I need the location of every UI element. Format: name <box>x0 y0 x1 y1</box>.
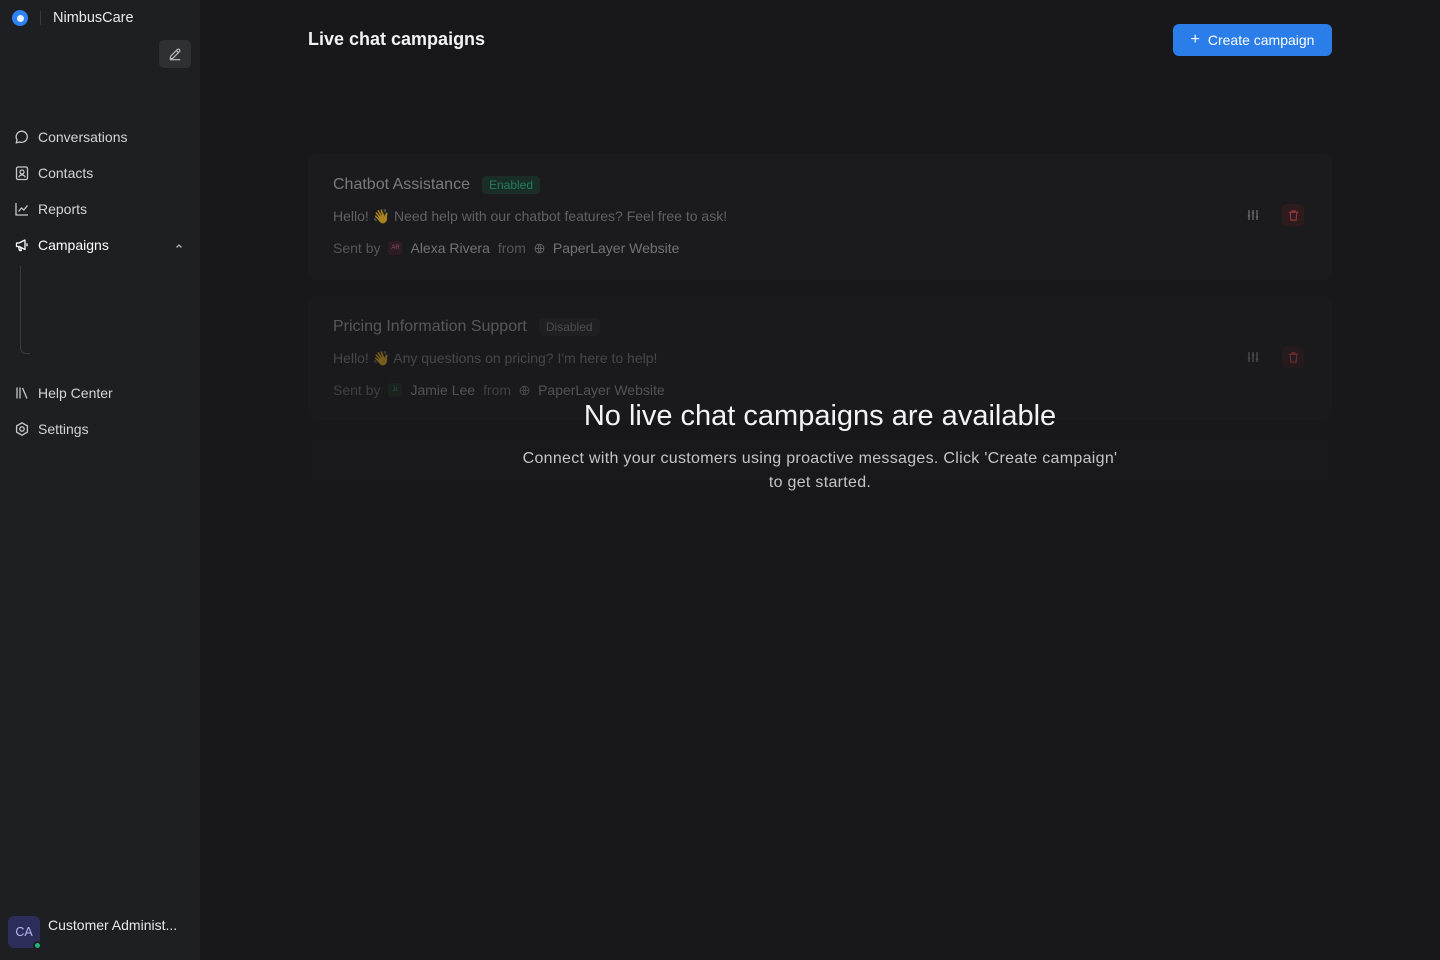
campaign-message: Hello! 👋 Need help with our chatbot feat… <box>333 208 728 224</box>
edit-campaign-button[interactable] <box>1242 346 1264 368</box>
plus-icon: + <box>1190 31 1200 48</box>
online-status-dot <box>33 941 42 950</box>
globe-icon <box>534 243 545 253</box>
empty-state-title: No live chat campaigns are available <box>583 400 1057 432</box>
campaign-meta: Sent by JL Jamie Lee from PaperLayer Web… <box>333 382 665 398</box>
avatar-initials: CA <box>15 925 33 939</box>
campaign-actions <box>1242 346 1304 368</box>
create-campaign-label: Create campaign <box>1207 32 1315 48</box>
pencil-icon <box>169 48 181 61</box>
sidebar-item-settings[interactable]: Settings <box>0 415 200 443</box>
sender-name: Alexa Rivera <box>410 240 490 256</box>
sidebar-item-label: Settings <box>38 421 89 437</box>
megaphone-icon <box>15 239 28 252</box>
sidebar-item-label: Contacts <box>38 165 94 181</box>
sliders-icon <box>1247 210 1259 220</box>
empty-state-description: Connect with your customers using proact… <box>522 450 1118 491</box>
campaign-message: Hello! 👋 Any questions on pricing? I'm h… <box>333 350 658 366</box>
sender-avatar: AR <box>388 241 403 255</box>
sidebar: NimbusCare Conversations Contacts Report… <box>0 0 200 960</box>
status-badge: Disabled <box>538 318 600 336</box>
brand-logo-icon <box>12 10 28 26</box>
globe-icon <box>519 385 530 395</box>
profile-menu[interactable]: CA Customer Administ... <box>8 916 190 950</box>
sidebar-item-contacts[interactable]: Contacts <box>0 159 200 187</box>
trash-icon <box>1288 209 1298 221</box>
contact-card-icon <box>15 166 29 181</box>
sidebar-item-label: Help Center <box>38 385 113 401</box>
sliders-icon <box>1247 352 1259 362</box>
chat-bubble-icon <box>15 130 28 144</box>
library-icon <box>16 387 28 399</box>
from-label: from <box>497 240 526 256</box>
sidebar-item-campaigns[interactable]: Campaigns <box>0 231 200 259</box>
profile-name: Customer Administ... <box>48 917 178 933</box>
sent-by-label: Sent by <box>333 382 381 398</box>
compose-button[interactable] <box>159 40 191 68</box>
brand[interactable]: NimbusCare <box>12 9 134 27</box>
page-title: Live chat campaigns <box>308 29 486 49</box>
empty-state: No live chat campaigns are available Con… <box>520 400 1120 495</box>
create-campaign-button[interactable]: + Create campaign <box>1173 24 1332 56</box>
sidebar-item-conversations[interactable]: Conversations <box>0 123 200 151</box>
avatar: CA <box>8 916 42 950</box>
delete-campaign-button[interactable] <box>1282 346 1304 368</box>
chevron-up-icon[interactable] <box>174 241 184 251</box>
submenu-tree-line <box>20 266 30 354</box>
from-label: from <box>483 382 512 398</box>
campaign-title-row: Pricing Information Support Disabled <box>333 318 600 336</box>
campaign-card[interactable]: Chatbot Assistance Enabled Hello! 👋 Need… <box>308 154 1332 280</box>
campaign-title: Pricing Information Support <box>333 318 527 335</box>
sender-avatar: JL <box>388 383 403 397</box>
sidebar-item-reports[interactable]: Reports <box>0 195 200 223</box>
campaign-actions <box>1242 204 1304 226</box>
sidebar-item-label: Campaigns <box>38 237 109 253</box>
sent-by-label: Sent by <box>333 240 381 256</box>
status-badge: Enabled <box>481 176 541 194</box>
inbox-name: PaperLayer Website <box>552 240 680 256</box>
sidebar-item-label: Conversations <box>38 129 128 145</box>
settings-icon <box>15 422 29 436</box>
sidebar-item-help-center[interactable]: Help Center <box>0 379 200 407</box>
edit-campaign-button[interactable] <box>1242 204 1264 226</box>
trash-icon <box>1288 351 1298 363</box>
sidebar-item-label: Reports <box>38 201 88 217</box>
inbox-name: PaperLayer Website <box>538 382 665 398</box>
brand-name: NimbusCare <box>53 10 134 26</box>
line-chart-icon <box>15 203 29 216</box>
delete-campaign-button[interactable] <box>1282 204 1304 226</box>
brand-divider <box>40 11 41 25</box>
sender-name: Jamie Lee <box>410 382 476 398</box>
campaign-meta: Sent by AR Alexa Rivera from PaperLayer … <box>333 240 679 256</box>
campaign-title-row: Chatbot Assistance Enabled <box>333 176 541 194</box>
campaign-title: Chatbot Assistance <box>333 176 470 193</box>
